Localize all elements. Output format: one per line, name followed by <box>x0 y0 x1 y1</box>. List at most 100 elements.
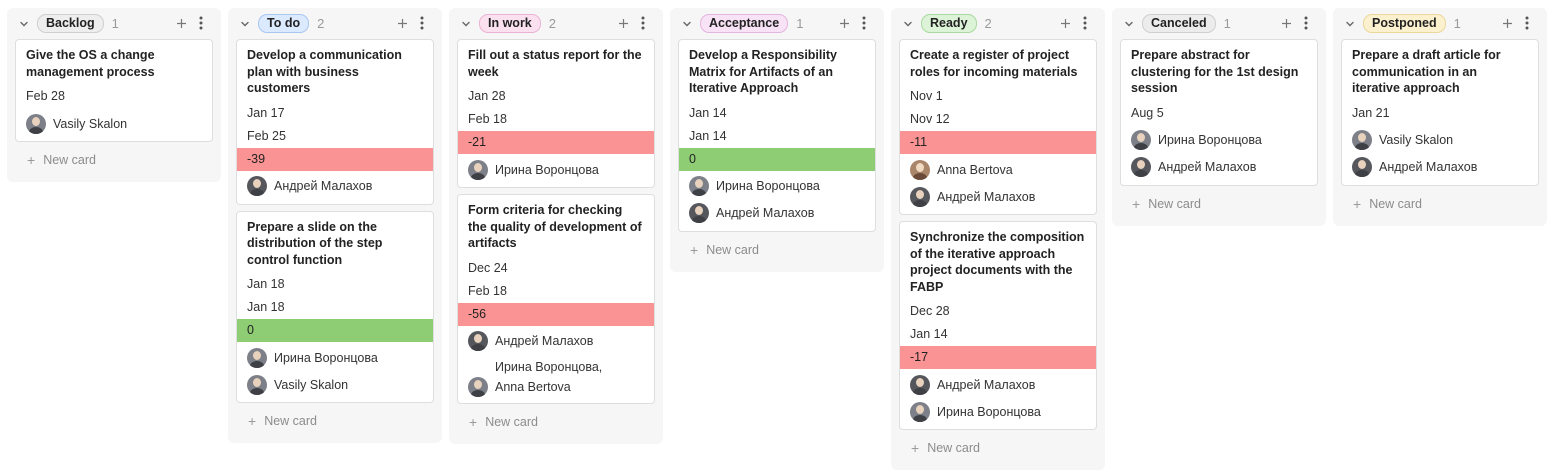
card-assignee: Андрей Малахов <box>237 173 433 200</box>
new-card-label: New card <box>264 414 317 428</box>
assignee-name: Vasily Skalon <box>53 116 128 131</box>
assignee-name: Андрей Малахов <box>274 179 373 193</box>
more-vertical-icon[interactable] <box>1077 15 1093 31</box>
plus-icon: + <box>1353 195 1362 212</box>
card-assignee: Андрей Малахов <box>1342 154 1538 181</box>
add-card-icon[interactable] <box>615 15 631 31</box>
card-deviation-bar: 0 <box>679 147 875 171</box>
task-card[interactable]: Give the OS a change management process F… <box>15 39 213 142</box>
add-card-icon[interactable] <box>1499 15 1515 31</box>
task-card[interactable]: Form criteria for checking the quality o… <box>457 194 655 404</box>
assignee-name: Ирина Воронцова <box>274 350 378 365</box>
new-card-button[interactable]: + New card <box>1341 192 1539 216</box>
task-card[interactable]: Develop a Responsibility Matrix for Arti… <box>678 39 876 232</box>
card-title: Prepare abstract for clustering for the … <box>1131 48 1299 95</box>
column-header-actions <box>394 15 430 31</box>
column-canceled: Canceled 1 Prepare abstract for clustering… <box>1112 8 1326 226</box>
column-acceptance: Acceptance 1 Develop a Responsibility Matr… <box>670 8 884 272</box>
add-card-icon[interactable] <box>836 15 852 31</box>
chevron-down-icon[interactable] <box>1343 17 1357 31</box>
card-start-date: Jan 21 <box>1352 105 1390 120</box>
card-title: Give the OS a change management process <box>26 48 155 79</box>
column-title-badge: Canceled <box>1142 14 1216 33</box>
new-card-button[interactable]: + New card <box>457 410 655 434</box>
chevron-down-icon[interactable] <box>238 17 252 31</box>
chevron-down-icon[interactable] <box>901 17 915 31</box>
column-card-count: 1 <box>1453 16 1461 31</box>
new-card-label: New card <box>1369 196 1422 211</box>
new-card-button[interactable]: + New card <box>1120 192 1318 216</box>
chevron-down-icon[interactable] <box>459 17 473 31</box>
add-card-icon[interactable] <box>1057 15 1073 31</box>
add-card-icon[interactable] <box>1278 15 1294 31</box>
task-card[interactable]: Create a register of project roles for i… <box>899 39 1097 215</box>
new-card-button[interactable]: + New card <box>236 409 434 433</box>
assignee-names: Андрей Малахов <box>937 187 1035 207</box>
chevron-down-icon[interactable] <box>680 17 694 31</box>
add-card-icon[interactable] <box>394 15 410 31</box>
avatar <box>468 331 488 351</box>
chevron-down-icon[interactable] <box>17 17 31 31</box>
column-header: Acceptance 1 <box>678 8 876 39</box>
more-vertical-icon[interactable] <box>856 15 872 31</box>
card-assignee: Anna Bertova <box>900 156 1096 183</box>
card-due-date: Jan 18 <box>247 300 285 314</box>
more-vertical-icon[interactable] <box>635 15 651 31</box>
assignee-names: Андрей Малахов <box>1379 157 1477 177</box>
add-card-icon[interactable] <box>173 15 189 31</box>
new-card-button[interactable]: + New card <box>15 148 213 172</box>
more-vertical-icon[interactable] <box>1519 15 1535 31</box>
task-card[interactable]: Fill out a status report for the week Jan… <box>457 39 655 188</box>
avatar <box>1352 157 1372 177</box>
assignee-name: Ирина Воронцова <box>495 162 599 177</box>
avatar <box>247 176 267 196</box>
assignee-name: Ирина Воронцова <box>937 404 1041 419</box>
assignee-names: Vasily Skalon <box>1379 130 1453 150</box>
chevron-down-icon[interactable] <box>1122 17 1136 31</box>
assignee-names: Андрей Малахов <box>495 331 593 351</box>
assignee-name: Андрей Малахов <box>1379 160 1478 174</box>
assignee-names: Ирина Воронцова <box>716 176 820 196</box>
new-card-button[interactable]: + New card <box>678 238 876 262</box>
assignee-names: Андрей Малахов <box>1158 157 1256 177</box>
more-vertical-icon[interactable] <box>1298 15 1314 31</box>
card-start-date: Dec 28 <box>910 304 950 318</box>
card-start-date: Jan 18 <box>247 277 285 291</box>
assignee-names: Андрей Малахов <box>274 176 372 196</box>
avatar <box>1131 157 1151 177</box>
plus-icon: + <box>469 413 478 430</box>
assignee-names: Anna Bertova <box>937 160 1013 180</box>
card-assignee: Vasily Skalon <box>237 371 433 398</box>
card-deviation-bar: -11 <box>900 131 1096 154</box>
card-assignee: Андрей Малахов <box>900 183 1096 210</box>
avatar <box>910 186 930 207</box>
assignee-name: Андрей Малахов <box>1158 160 1257 174</box>
task-card[interactable]: Prepare a draft article for communicatio… <box>1341 39 1539 186</box>
task-card[interactable]: Prepare abstract for clustering for the … <box>1120 39 1318 186</box>
card-assignee: Андрей Малахов <box>679 200 875 227</box>
column-header: Canceled 1 <box>1120 8 1318 39</box>
assignee-name: Anna Bertova <box>495 379 571 394</box>
avatar <box>910 401 930 422</box>
task-card[interactable]: Develop a communication plan with busine… <box>236 39 434 205</box>
avatar <box>468 159 488 180</box>
assignee-name: Ирина Воронцова, <box>495 359 603 374</box>
avatar <box>247 374 267 395</box>
avatar <box>468 376 488 397</box>
card-assignee: Vasily Skalon <box>16 110 212 137</box>
column-backlog: Backlog 1 Give the OS a change management … <box>7 8 221 182</box>
new-card-button[interactable]: + New card <box>899 436 1097 460</box>
task-card[interactable]: Synchronize the composition of the itera… <box>899 221 1097 430</box>
assignee-name: Андрей Малахов <box>495 334 594 348</box>
card-start-date: Jan 17 <box>247 105 285 120</box>
column-header-actions <box>1278 15 1314 31</box>
assignee-names: Андрей Малахов <box>937 375 1035 395</box>
new-card-label: New card <box>485 414 538 429</box>
more-vertical-icon[interactable] <box>193 15 209 31</box>
assignee-names: Ирина Воронцова <box>274 348 378 368</box>
more-vertical-icon[interactable] <box>414 15 430 31</box>
column-header-actions <box>1057 15 1093 31</box>
kanban-board: Backlog 1 Give the OS a change management … <box>0 0 1552 470</box>
card-title: Form criteria for checking the quality o… <box>468 203 642 250</box>
task-card[interactable]: Prepare a slide on the distribution of t… <box>236 210 434 403</box>
